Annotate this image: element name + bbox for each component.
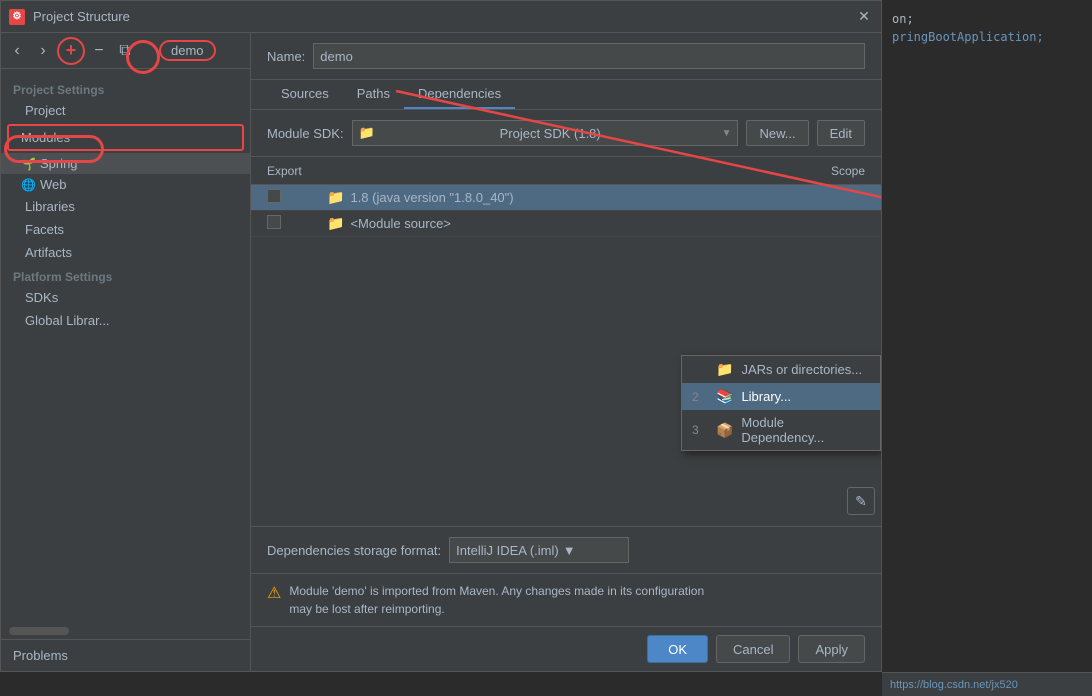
- sdk-select[interactable]: 📁 Project SDK (1.8) ▼: [352, 120, 739, 146]
- jars-icon: 📁: [716, 361, 733, 378]
- dep-name-1: 📁 1.8 (java version "1.8.0_40"): [327, 189, 785, 206]
- storage-value: IntelliJ IDEA (.iml): [456, 543, 559, 558]
- code-line-2: pringBootApplication;: [892, 28, 1082, 46]
- problems-label: Problems: [13, 648, 68, 663]
- module-tree-web-label: Web: [40, 177, 67, 192]
- dep-name-2: 📁 <Module source>: [327, 215, 785, 232]
- dependencies-table: Export Scope 📁 1.8 (java version "1.8.0_…: [251, 157, 881, 526]
- sidebar-item-artifacts[interactable]: Artifacts: [1, 241, 250, 264]
- scope-header: Scope: [785, 164, 865, 178]
- dropdown-item-library[interactable]: 2 📚 Library...: [682, 383, 880, 410]
- ok-button[interactable]: OK: [647, 635, 708, 663]
- module-tree-spring-label: Spring: [40, 156, 78, 171]
- table-row[interactable]: 📁 <Module source>: [251, 211, 881, 237]
- sidebar-item-sdks[interactable]: SDKs: [1, 286, 250, 309]
- project-structure-dialog: ⚙ Project Structure ✕ ‹ › + − ⧉ demo: [0, 0, 882, 672]
- name-label: Name:: [267, 49, 305, 64]
- add-module-button[interactable]: +: [57, 37, 85, 65]
- export-checkbox-2[interactable]: [267, 215, 327, 232]
- bg-editor: on; pringBootApplication;: [882, 0, 1092, 696]
- back-button[interactable]: ‹: [5, 39, 29, 63]
- sidebar-item-global-libs[interactable]: Global Librar...: [1, 309, 250, 332]
- table-header: Export Scope: [251, 157, 881, 185]
- pencil-icon: ✎: [855, 493, 867, 510]
- dropdown-item-jars[interactable]: 📁 JARs or directories...: [682, 356, 880, 383]
- module-name-input[interactable]: [313, 43, 865, 69]
- tab-dependencies[interactable]: Dependencies: [404, 80, 515, 109]
- module-dep-icon: 📦: [716, 422, 733, 439]
- sidebar-item-project[interactable]: Project: [1, 99, 250, 122]
- sdk-chevron-icon: ▼: [722, 128, 732, 139]
- table-row[interactable]: 📁 1.8 (java version "1.8.0_40"): [251, 185, 881, 211]
- storage-format-row: Dependencies storage format: IntelliJ ID…: [251, 526, 881, 573]
- sidebar-item-modules[interactable]: Modules: [7, 124, 244, 151]
- close-button[interactable]: ✕: [855, 8, 873, 26]
- copy-module-button[interactable]: ⧉: [113, 39, 137, 63]
- tab-sources[interactable]: Sources: [267, 80, 343, 109]
- cancel-button[interactable]: Cancel: [716, 635, 790, 663]
- sdk-new-button[interactable]: New...: [746, 120, 808, 146]
- dialog-buttons: OK Cancel Apply: [251, 626, 881, 671]
- sdk-label: Module SDK:: [267, 126, 344, 141]
- warning-text: Module 'demo' is imported from Maven. An…: [289, 582, 704, 618]
- platform-settings-label: Platform Settings: [1, 264, 250, 286]
- sidebar-item-libraries-label: Libraries: [25, 199, 75, 214]
- sidebar-toolbar: ‹ › + − ⧉ demo: [1, 33, 250, 69]
- storage-chevron-icon: ▼: [563, 543, 576, 558]
- dialog-body: ‹ › + − ⧉ demo Project Settings Project: [1, 33, 881, 671]
- sidebar-item-facets-label: Facets: [25, 222, 64, 237]
- library-icon: 📚: [716, 388, 733, 405]
- sidebar-item-project-label: Project: [25, 103, 65, 118]
- remove-module-button[interactable]: −: [87, 39, 111, 63]
- code-line-1: on;: [892, 10, 1082, 28]
- dialog-title: Project Structure: [33, 9, 847, 24]
- storage-format-select[interactable]: IntelliJ IDEA (.iml) ▼: [449, 537, 629, 563]
- sidebar-item-problems[interactable]: Problems: [1, 639, 250, 671]
- edit-dependency-button[interactable]: ✎: [847, 487, 875, 515]
- folder-gray-icon: 📁: [327, 215, 344, 232]
- project-settings-label: Project Settings: [1, 77, 250, 99]
- dropdown-item-module-dependency[interactable]: 3 📦 Module Dependency...: [682, 410, 880, 450]
- storage-label: Dependencies storage format:: [267, 543, 441, 558]
- sidebar-item-facets[interactable]: Facets: [1, 218, 250, 241]
- tab-paths[interactable]: Paths: [343, 80, 404, 109]
- title-icon: ⚙: [9, 9, 25, 25]
- sdk-select-value: Project SDK (1.8): [500, 126, 601, 141]
- folder-blue-icon: 📁: [327, 189, 344, 206]
- sidebar-item-libraries[interactable]: Libraries: [1, 195, 250, 218]
- sidebar-scrollbar[interactable]: [9, 627, 69, 635]
- sdk-edit-button[interactable]: Edit: [817, 120, 865, 146]
- demo-badge-container: demo: [139, 37, 224, 64]
- url-text: https://blog.csdn.net/jx520: [890, 679, 1018, 691]
- sidebar-item-global-libs-label: Global Librar...: [25, 313, 110, 328]
- main-content: Name: Sources Paths Dependencies Module …: [251, 33, 881, 671]
- export-header: Export: [267, 164, 327, 178]
- warning-icon: ⚠: [267, 583, 281, 603]
- title-bar: ⚙ Project Structure ✕: [1, 1, 881, 33]
- sidebar-item-sdks-label: SDKs: [25, 290, 58, 305]
- sidebar-item-modules-label: Modules: [21, 130, 70, 145]
- sidebar: ‹ › + − ⧉ demo Project Settings Project: [1, 33, 251, 671]
- module-name-demo: demo: [159, 40, 216, 61]
- forward-button[interactable]: ›: [31, 39, 55, 63]
- sidebar-item-artifacts-label: Artifacts: [25, 245, 72, 260]
- sdk-row: Module SDK: 📁 Project SDK (1.8) ▼ New...…: [251, 110, 881, 157]
- module-tree-spring[interactable]: 🌱 Spring: [1, 153, 250, 174]
- warning-row: ⚠ Module 'demo' is imported from Maven. …: [251, 573, 881, 626]
- name-row: Name:: [251, 33, 881, 80]
- apply-button[interactable]: Apply: [798, 635, 865, 663]
- tabs-bar: Sources Paths Dependencies: [251, 80, 881, 110]
- export-checkbox-1[interactable]: [267, 189, 327, 206]
- module-tree-web[interactable]: 🌐 Web: [1, 174, 250, 195]
- add-dependency-dropdown: 📁 JARs or directories... 2 📚 Library... …: [681, 355, 881, 451]
- sidebar-navigation: Project Settings Project Modules 🌱 Sprin…: [1, 69, 250, 623]
- url-bar: https://blog.csdn.net/jx520: [882, 672, 1092, 696]
